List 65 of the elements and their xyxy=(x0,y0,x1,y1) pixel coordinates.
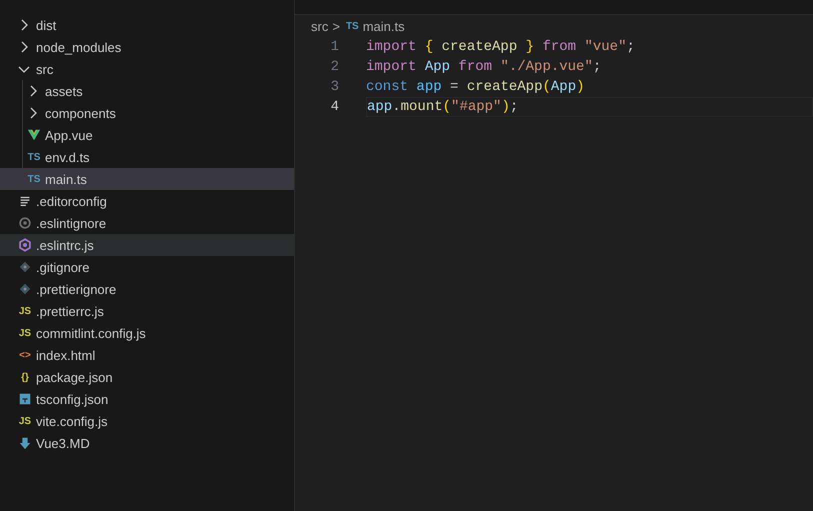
file-name: Vue3.MD xyxy=(36,436,90,450)
file-name: components xyxy=(45,106,116,120)
file-tree-item[interactable]: .gitignore xyxy=(0,256,294,278)
file-name: .prettierrc.js xyxy=(36,304,104,318)
file-name: tsconfig.json xyxy=(36,392,108,406)
file-name: .eslintignore xyxy=(36,216,106,230)
file-tree-item[interactable]: src xyxy=(0,58,294,80)
file-tree-item[interactable]: .prettierignore xyxy=(0,278,294,300)
vue-logo-icon xyxy=(27,128,41,142)
file-tree-item[interactable]: JS vite.config.js xyxy=(0,410,294,432)
typescript-file-icon: TS xyxy=(346,20,359,32)
file-tree-item[interactable]: <> index.html xyxy=(0,344,294,366)
code-line: import { createApp } from "vue"; xyxy=(366,38,636,57)
file-type-icon: TS xyxy=(25,174,43,184)
file-name: .editorconfig xyxy=(36,194,107,208)
breadcrumb-separator: > xyxy=(332,18,340,34)
file-tree-item[interactable]: JS commitlint.config.js xyxy=(0,322,294,344)
breadcrumb-file[interactable]: main.ts xyxy=(362,18,405,34)
file-name: commitlint.config.js xyxy=(36,326,146,340)
file-tree-item[interactable]: components xyxy=(0,102,294,124)
code-line: import App from "./App.vue"; xyxy=(366,58,602,77)
line-number: 4 xyxy=(330,99,339,115)
file-tree-item[interactable]: Vue3.MD xyxy=(0,432,294,454)
config-file-icon xyxy=(18,392,32,406)
down-arrow-icon xyxy=(18,436,32,450)
file-tree-item[interactable]: .editorconfig xyxy=(0,190,294,212)
diamond-icon xyxy=(18,260,32,274)
breadcrumb-folder[interactable]: src xyxy=(311,18,328,34)
file-name: src xyxy=(36,62,54,76)
file-tree-item[interactable]: .eslintignore xyxy=(0,212,294,234)
file-name: vite.config.js xyxy=(36,414,108,428)
file-type-icon: {} xyxy=(16,372,34,382)
file-tree-item[interactable]: node_modules xyxy=(0,36,294,58)
diamond-icon xyxy=(18,282,32,296)
line-number: 1 xyxy=(330,39,339,55)
file-name: .eslintrc.js xyxy=(36,238,94,252)
file-name: App.vue xyxy=(45,128,93,142)
file-tree-item[interactable]: dist xyxy=(0,14,294,36)
file-type-icon: <> xyxy=(16,350,34,360)
file-name: .prettierignore xyxy=(36,282,116,296)
file-name: node_modules xyxy=(36,40,122,54)
file-tree-item[interactable]: JS .prettierrc.js xyxy=(0,300,294,322)
file-name: assets xyxy=(45,84,83,98)
file-name: .gitignore xyxy=(36,260,90,274)
file-name: index.html xyxy=(36,348,96,362)
hexagon-icon xyxy=(18,238,32,252)
line-number: 3 xyxy=(330,79,339,95)
file-name: env.d.ts xyxy=(45,150,90,164)
file-type-icon: JS xyxy=(16,306,34,316)
file-type-icon: JS xyxy=(16,328,34,338)
file-type-icon: JS xyxy=(16,416,34,426)
file-name: dist xyxy=(36,18,56,32)
line-number: 2 xyxy=(330,59,339,75)
file-tree-item[interactable]: assets xyxy=(0,80,294,102)
file-tree-item[interactable]: tsconfig.json xyxy=(0,388,294,410)
file-type-icon: TS xyxy=(25,152,43,162)
file-name: main.ts xyxy=(45,172,87,186)
file-name: package.json xyxy=(36,370,113,384)
gear-icon xyxy=(18,216,32,230)
file-tree-item[interactable]: TS main.ts xyxy=(0,168,294,190)
file-tree-item[interactable]: {} package.json xyxy=(0,366,294,388)
lines-icon xyxy=(18,194,32,208)
file-tree-item[interactable]: App.vue xyxy=(0,124,294,146)
file-tree-item[interactable]: .eslintrc.js xyxy=(0,234,294,256)
code-line: const app = createApp(App) xyxy=(366,78,586,97)
